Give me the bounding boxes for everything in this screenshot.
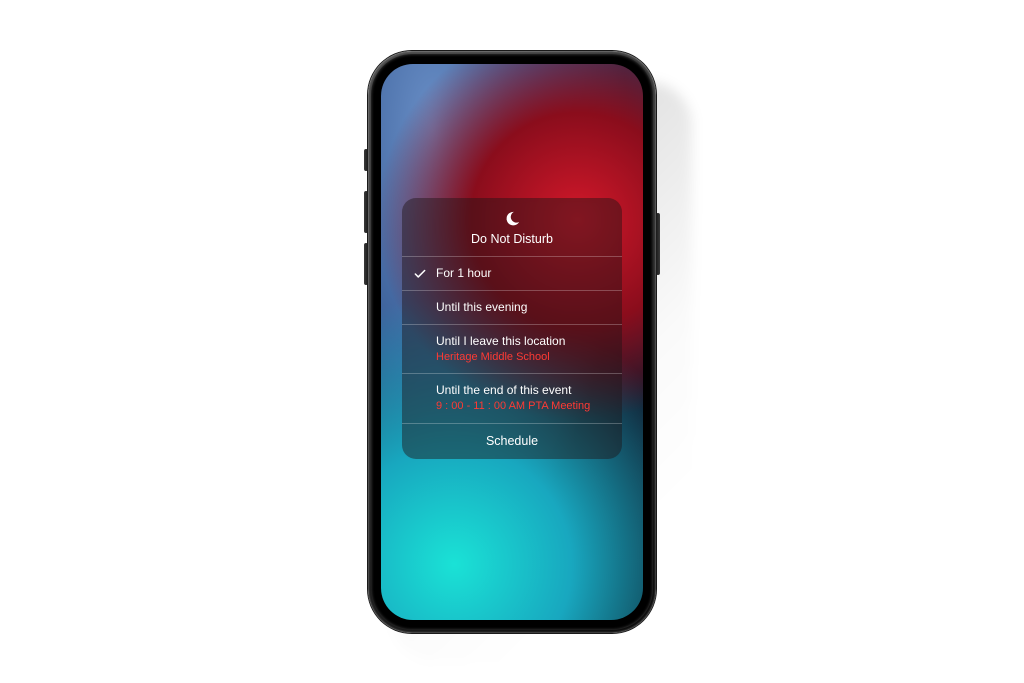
panel-title: Do Not Disturb bbox=[402, 232, 622, 246]
phone-screen: Do Not Disturb For 1 hour bbox=[381, 64, 643, 620]
option-until-leave-location[interactable]: Until I leave this location Heritage Mid… bbox=[402, 325, 622, 375]
moon-icon bbox=[503, 210, 521, 228]
option-label: Until I leave this location bbox=[436, 334, 610, 349]
dnd-panel: Do Not Disturb For 1 hour bbox=[402, 198, 622, 460]
checkmark-icon bbox=[412, 266, 428, 281]
option-label: For 1 hour bbox=[436, 266, 610, 281]
mute-switch[interactable] bbox=[364, 149, 368, 171]
phone-bezel: Do Not Disturb For 1 hour bbox=[371, 54, 653, 630]
option-until-this-evening[interactable]: Until this evening bbox=[402, 291, 622, 325]
schedule-button[interactable]: Schedule bbox=[402, 424, 622, 459]
option-until-end-of-event[interactable]: Until the end of this event 9 : 00 - 11 … bbox=[402, 374, 622, 424]
option-label: Until the end of this event bbox=[436, 383, 610, 398]
option-sublabel: 9 : 00 - 11 : 00 AM PTA Meeting bbox=[436, 400, 610, 414]
phone-frame: Do Not Disturb For 1 hour bbox=[368, 51, 656, 633]
option-sublabel: Heritage Middle School bbox=[436, 351, 610, 365]
options-list: For 1 hour Until this evening Until I le… bbox=[402, 257, 622, 425]
option-label: Until this evening bbox=[436, 300, 610, 315]
volume-down-button[interactable] bbox=[364, 243, 368, 285]
panel-header: Do Not Disturb bbox=[402, 198, 622, 257]
power-button[interactable] bbox=[656, 213, 660, 275]
option-for-1-hour[interactable]: For 1 hour bbox=[402, 257, 622, 291]
volume-up-button[interactable] bbox=[364, 191, 368, 233]
